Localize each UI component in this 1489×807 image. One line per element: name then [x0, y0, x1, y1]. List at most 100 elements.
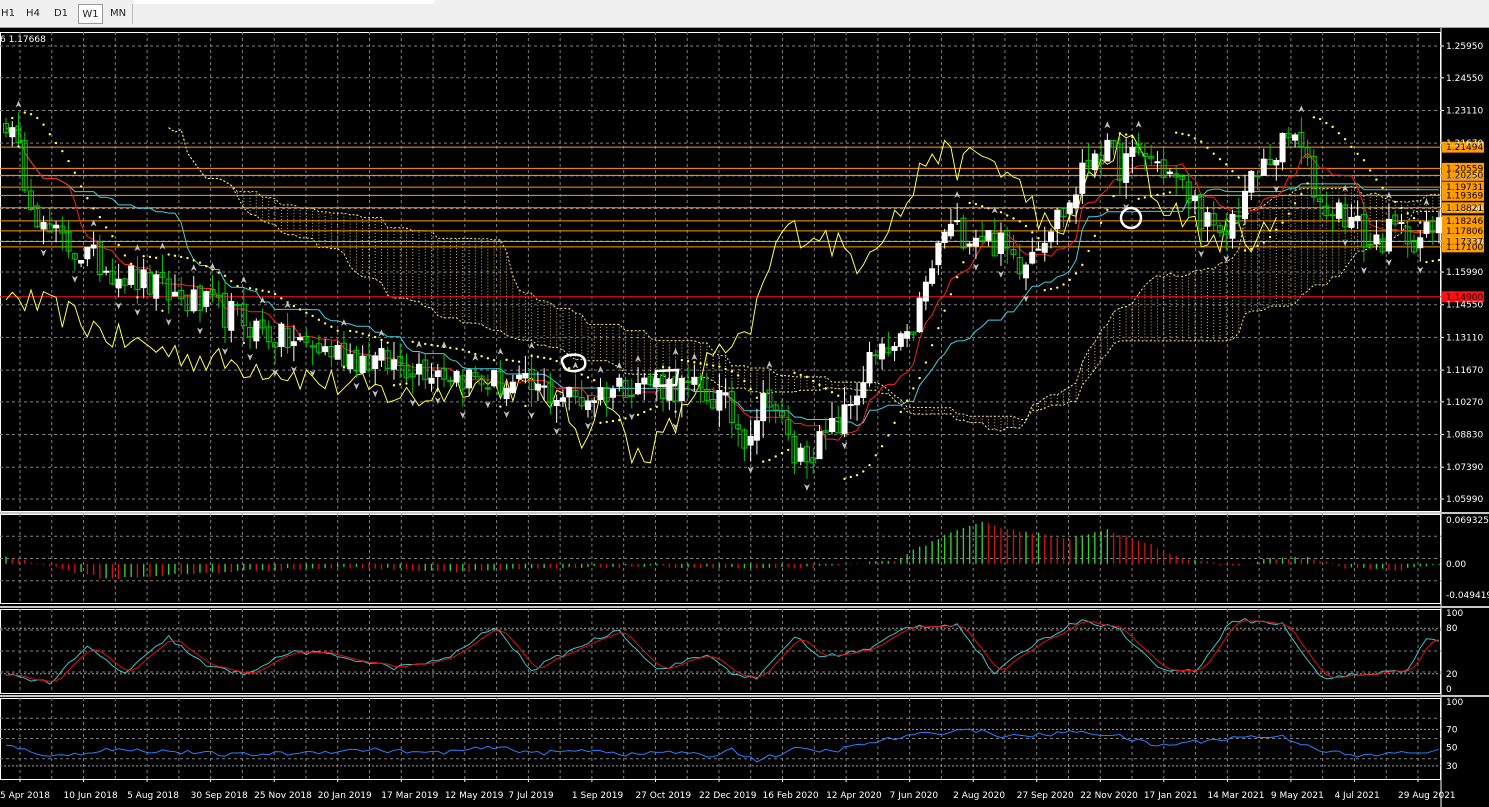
candle	[728, 380, 735, 439]
sar-dot	[1212, 152, 1215, 155]
sar-dot	[305, 311, 308, 314]
sar-dot	[618, 419, 621, 422]
candle-body	[203, 291, 210, 307]
candle-body	[916, 297, 923, 333]
candle-body	[347, 354, 354, 370]
candle	[1204, 206, 1211, 242]
candle	[65, 220, 72, 259]
candle	[347, 343, 354, 374]
candle	[165, 270, 172, 314]
sar-dot	[1062, 283, 1065, 286]
candle	[572, 373, 579, 405]
candle	[40, 215, 47, 245]
candle-body	[922, 281, 929, 302]
candle	[972, 229, 979, 259]
sar-dot	[236, 284, 239, 288]
candle	[722, 378, 729, 409]
candle-body	[1029, 251, 1036, 264]
candle	[353, 346, 360, 378]
candle	[509, 374, 516, 395]
macd-zero-label: 0.00	[1446, 560, 1466, 570]
sar-dot	[123, 254, 127, 257]
sar-dot	[855, 473, 859, 477]
time-tick-label: 7 Jul 2019	[508, 791, 553, 801]
candle	[103, 266, 110, 276]
timeframe-h4-button[interactable]: H4	[22, 4, 44, 24]
candle	[885, 331, 892, 357]
candle-body	[1248, 171, 1255, 193]
sar-dot	[142, 254, 145, 258]
sar-dot	[1056, 286, 1059, 289]
toolbar-strip	[134, 0, 434, 4]
time-tick-label: 5 Aug 2018	[127, 791, 179, 801]
sar-dot	[830, 391, 834, 394]
sar-dot	[1218, 157, 1222, 161]
sar-dot	[1093, 234, 1097, 238]
candle	[497, 359, 504, 396]
candle-body	[753, 420, 760, 441]
timeframe-w1-button[interactable]: W1	[78, 4, 103, 24]
candle-body	[40, 222, 47, 230]
candle	[797, 443, 804, 466]
candle-body	[453, 371, 460, 383]
candle-body	[128, 265, 135, 285]
candle	[146, 264, 153, 297]
trading-chart[interactable]: 6 1.176681.259501.245501.231101.216701.2…	[0, 28, 1489, 807]
time-tick-label: 27 Oct 2019	[635, 791, 691, 801]
candle	[760, 380, 767, 438]
sar-dot	[686, 360, 690, 363]
price-tick-label: 1.11670	[1446, 366, 1483, 376]
candle-body	[597, 387, 604, 401]
fractal-down	[247, 353, 254, 361]
macd-histogram	[5, 521, 1440, 580]
sar-dot	[1037, 237, 1040, 240]
candle	[1260, 148, 1267, 176]
candle-body	[153, 274, 160, 299]
timeframe-h1-button[interactable]: H1	[0, 4, 16, 24]
fractal-up	[15, 100, 22, 108]
sar-dot	[455, 347, 458, 350]
candle-body	[503, 387, 510, 400]
candle-body	[466, 369, 473, 389]
sar-dot	[1306, 182, 1309, 185]
candle	[1273, 157, 1280, 181]
sar-dot	[711, 364, 715, 367]
sar-dot	[943, 309, 946, 312]
candle	[1191, 190, 1198, 215]
candle	[753, 408, 760, 455]
candle-body	[1242, 190, 1249, 220]
candle-body	[954, 220, 961, 223]
sar-dot	[298, 308, 302, 311]
separator-main-macd	[0, 512, 1489, 514]
sar-dot	[399, 383, 402, 386]
candle	[603, 381, 610, 417]
sar-dot	[1419, 221, 1422, 224]
sar-dot	[624, 417, 627, 420]
candle	[1404, 220, 1411, 258]
sar-dot	[605, 420, 608, 424]
timeframe-mn-button[interactable]: MN	[106, 4, 130, 24]
timeframe-d1-button[interactable]: D1	[50, 4, 72, 24]
sar-dot	[499, 405, 502, 408]
sar-dot	[405, 382, 408, 385]
sar-dot	[1143, 196, 1147, 199]
sar-dot	[280, 297, 283, 300]
candle-body	[1022, 264, 1029, 279]
sar-dot	[386, 341, 389, 344]
price-tick-label: 1.05990	[1446, 495, 1483, 505]
sar-dot	[1237, 176, 1240, 179]
sar-dot	[749, 387, 752, 391]
candle-body	[879, 343, 886, 360]
candle	[491, 370, 498, 388]
time-tick-label: 5 Apr 2018	[0, 791, 50, 801]
stochastic-tick-label: 20	[1446, 670, 1458, 680]
fractal-up	[635, 354, 642, 362]
fractal-down	[409, 399, 416, 407]
candle	[1210, 200, 1217, 232]
sar-dot	[1325, 121, 1328, 125]
sar-dot	[1174, 131, 1178, 134]
candle	[1398, 214, 1405, 231]
fractal-down	[309, 369, 316, 377]
sar-dot	[1043, 288, 1046, 292]
candle	[416, 352, 423, 386]
